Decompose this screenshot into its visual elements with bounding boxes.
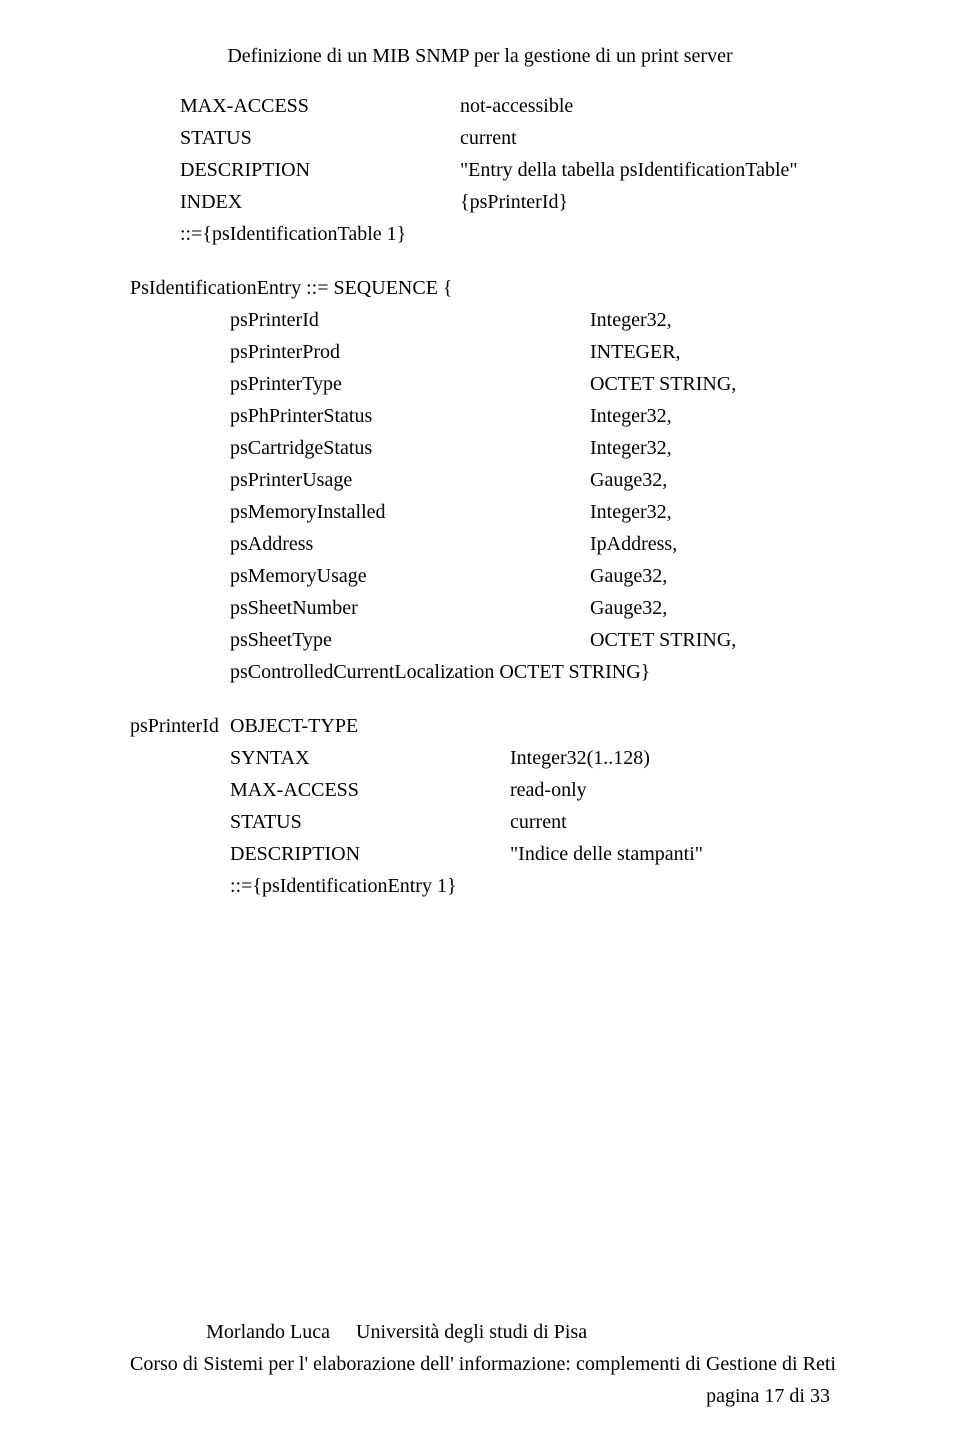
kv-key: MAX-ACCESS xyxy=(180,90,460,122)
kv-row: DESCRIPTION"Indice delle stampanti" xyxy=(230,838,830,870)
seq-key: psPrinterType xyxy=(230,368,590,400)
seq-key: psPrinterId xyxy=(230,304,590,336)
footer-university: Università degli studi di Pisa xyxy=(356,1316,830,1348)
seq-val: Integer32, xyxy=(590,432,830,464)
seq-val: Gauge32, xyxy=(590,464,830,496)
seq-row: psPrinterIdInteger32, xyxy=(230,304,830,336)
spacer xyxy=(130,250,830,272)
kv-row: STATUScurrent xyxy=(230,806,830,838)
block1: MAX-ACCESS not-accessible STATUS current… xyxy=(130,90,830,250)
page-footer: Morlando Luca Università degli studi di … xyxy=(130,1316,830,1412)
seq-row: psPhPrinterStatusInteger32, xyxy=(230,400,830,432)
seq-val: Gauge32, xyxy=(590,560,830,592)
kv-key: SYNTAX xyxy=(230,742,510,774)
sequence-block: PsIdentificationEntry ::= SEQUENCE { psP… xyxy=(130,272,830,688)
seq-val: INTEGER, xyxy=(590,336,830,368)
seq-row: psPrinterTypeOCTET STRING, xyxy=(230,368,830,400)
kv-val: current xyxy=(460,122,830,154)
seq-row: psCartridgeStatusInteger32, xyxy=(230,432,830,464)
kv-val: {psPrinterId} xyxy=(460,186,830,218)
seq-key: psAddress xyxy=(230,528,590,560)
spacer xyxy=(130,688,830,710)
footer-author: Morlando Luca xyxy=(130,1316,350,1348)
page: Definizione di un MIB SNMP per la gestio… xyxy=(0,0,960,1442)
kv-val: "Entry della tabella psIdentificationTab… xyxy=(460,154,830,186)
seq-row: psAddressIpAddress, xyxy=(230,528,830,560)
seq-open: PsIdentificationEntry ::= SEQUENCE { xyxy=(130,272,830,304)
kv-val: Integer32(1..128) xyxy=(510,742,830,774)
kv-key: DESCRIPTION xyxy=(230,838,510,870)
seq-key: psMemoryUsage xyxy=(230,560,590,592)
block2-open-right: OBJECT-TYPE xyxy=(230,710,358,742)
footer-course: Corso di Sistemi per l' elaborazione del… xyxy=(130,1348,830,1380)
kv-val: current xyxy=(510,806,830,838)
page-title: Definizione di un MIB SNMP per la gestio… xyxy=(130,40,830,72)
block2-open: psPrinterId OBJECT-TYPE xyxy=(130,710,830,742)
kv-key: MAX-ACCESS xyxy=(230,774,510,806)
block2-body: SYNTAXInteger32(1..128) MAX-ACCESSread-o… xyxy=(130,742,830,902)
block2: psPrinterId OBJECT-TYPE SYNTAXInteger32(… xyxy=(130,710,830,902)
kv-row: SYNTAXInteger32(1..128) xyxy=(230,742,830,774)
kv-row: DESCRIPTION "Entry della tabella psIdent… xyxy=(180,154,830,186)
seq-val: IpAddress, xyxy=(590,528,830,560)
seq-row: psPrinterProdINTEGER, xyxy=(230,336,830,368)
block2-open-left: psPrinterId xyxy=(130,710,230,742)
seq-val: Integer32, xyxy=(590,496,830,528)
seq-val: Integer32, xyxy=(590,304,830,336)
kv-row: INDEX {psPrinterId} xyxy=(180,186,830,218)
kv-val: "Indice delle stampanti" xyxy=(510,838,830,870)
seq-val: OCTET STRING, xyxy=(590,624,830,656)
seq-val: Gauge32, xyxy=(590,592,830,624)
kv-row: STATUS current xyxy=(180,122,830,154)
seq-row: psSheetNumberGauge32, xyxy=(230,592,830,624)
block2-tail: ::={psIdentificationEntry 1} xyxy=(230,870,830,902)
kv-row: MAX-ACCESSread-only xyxy=(230,774,830,806)
seq-key: psSheetNumber xyxy=(230,592,590,624)
seq-body: psPrinterIdInteger32, psPrinterProdINTEG… xyxy=(130,304,830,688)
block1-tail: ::={psIdentificationTable 1} xyxy=(180,218,830,250)
seq-row: psMemoryInstalledInteger32, xyxy=(230,496,830,528)
seq-tail: psControlledCurrentLocalization OCTET ST… xyxy=(230,656,830,688)
seq-key: psCartridgeStatus xyxy=(230,432,590,464)
seq-val: Integer32, xyxy=(590,400,830,432)
kv-val: not-accessible xyxy=(460,90,830,122)
seq-key: psMemoryInstalled xyxy=(230,496,590,528)
footer-row-1: Morlando Luca Università degli studi di … xyxy=(130,1316,830,1348)
seq-row: psMemoryUsageGauge32, xyxy=(230,560,830,592)
seq-val: OCTET STRING, xyxy=(590,368,830,400)
seq-key: psPrinterProd xyxy=(230,336,590,368)
kv-key: DESCRIPTION xyxy=(180,154,460,186)
kv-key: INDEX xyxy=(180,186,460,218)
footer-page-number: pagina 17 di 33 xyxy=(130,1380,830,1412)
seq-key: psPrinterUsage xyxy=(230,464,590,496)
kv-val: read-only xyxy=(510,774,830,806)
seq-row: psPrinterUsageGauge32, xyxy=(230,464,830,496)
seq-key: psSheetType xyxy=(230,624,590,656)
kv-row: MAX-ACCESS not-accessible xyxy=(180,90,830,122)
kv-key: STATUS xyxy=(230,806,510,838)
seq-row: psSheetTypeOCTET STRING, xyxy=(230,624,830,656)
kv-key: STATUS xyxy=(180,122,460,154)
seq-key: psPhPrinterStatus xyxy=(230,400,590,432)
